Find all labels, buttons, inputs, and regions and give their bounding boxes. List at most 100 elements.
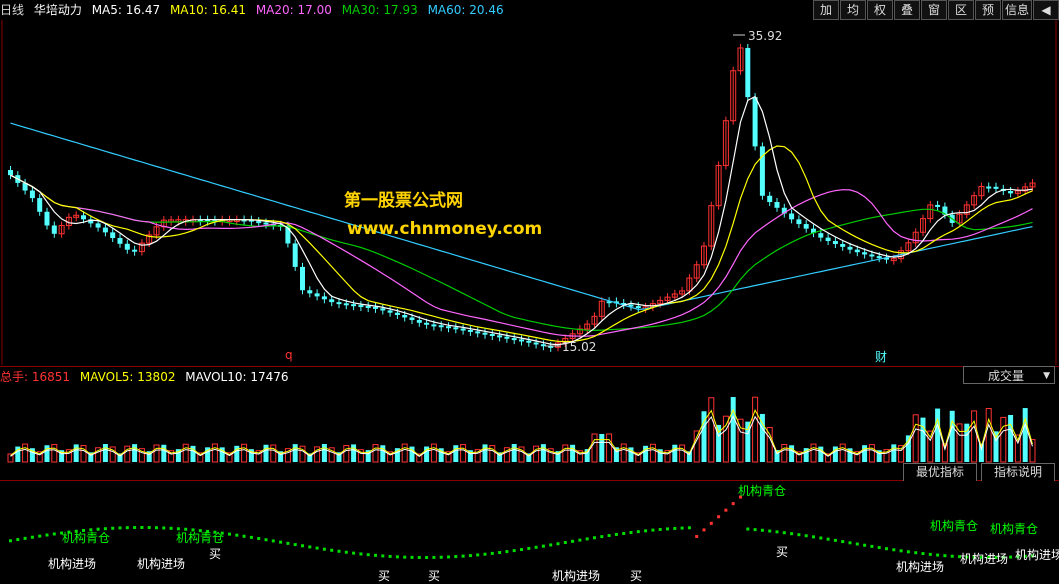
signal-dot	[753, 528, 757, 532]
weight-button[interactable]: 权	[866, 0, 893, 20]
candle-body	[497, 335, 503, 338]
signal-dot	[147, 526, 151, 530]
candle-body	[394, 312, 400, 316]
mavol10-label: MAVOL10: 17476	[185, 370, 289, 384]
signal-dot	[731, 502, 735, 506]
signal-dot	[855, 542, 859, 546]
signal-dot	[943, 554, 947, 558]
price-low-label: 15.02	[562, 340, 597, 354]
marker-finance[interactable]: 财	[875, 348, 887, 365]
candle-body	[431, 324, 437, 327]
signal-dot	[622, 531, 626, 535]
signal-dot	[330, 548, 334, 552]
volume-bar	[891, 444, 897, 462]
signal-dot	[520, 548, 523, 552]
signal-dot	[870, 544, 874, 548]
signal-dot	[593, 536, 596, 540]
volume-bar	[570, 444, 576, 462]
candle-body	[818, 233, 824, 238]
signal-dot	[760, 528, 764, 532]
candle-body	[519, 339, 524, 342]
forecast-button[interactable]: 预	[974, 0, 1001, 20]
candle-body	[351, 304, 357, 307]
collapse-arrow-icon[interactable]: ◀	[1033, 0, 1059, 20]
candle-body	[635, 306, 641, 309]
candle-body	[803, 224, 809, 229]
volume-chart[interactable]	[0, 385, 1059, 463]
candle-body	[832, 241, 838, 244]
overlay-button[interactable]: 叠	[893, 0, 920, 20]
volume-bar	[1022, 408, 1028, 462]
volume-bar	[745, 421, 751, 462]
signal-dot	[425, 555, 429, 559]
price-chart[interactable]	[0, 20, 1059, 365]
signal-dot	[315, 546, 319, 550]
volume-bar	[153, 444, 160, 463]
watermark-title: 第一股票公式网	[344, 191, 463, 211]
signal-dot	[344, 550, 348, 554]
candle-body	[526, 340, 532, 343]
signal-dot	[950, 554, 954, 558]
volume-bar	[730, 397, 736, 462]
candle-body	[110, 232, 116, 239]
signal-dot	[447, 555, 450, 559]
volume-bar	[401, 443, 408, 463]
signal-dot	[9, 539, 12, 543]
window-button[interactable]: 窗	[920, 0, 947, 20]
candle-body	[993, 186, 999, 189]
volume-bar	[620, 443, 627, 463]
indicator-select[interactable]: 成交量 ▼	[963, 366, 1055, 384]
volume-bar	[343, 445, 350, 463]
candle-body	[854, 249, 860, 253]
volume-bar	[649, 443, 656, 463]
candle-body	[438, 325, 444, 328]
volume-total: 总手: 16851	[0, 370, 71, 384]
tab-best-indicator[interactable]: 最优指标	[902, 463, 977, 481]
volume-bar	[722, 415, 729, 463]
range-button[interactable]: 区	[947, 0, 974, 20]
candle-body	[767, 195, 773, 203]
candle-body	[314, 293, 320, 297]
period-label[interactable]: 日线	[0, 3, 24, 17]
signal-label: 机构进场	[552, 569, 601, 583]
signal-dot	[578, 538, 582, 542]
volume-bar	[679, 444, 686, 463]
signal-dot	[366, 553, 370, 557]
candle-body	[329, 299, 335, 303]
volume-bar	[80, 445, 87, 463]
info-button[interactable]: 信息	[1001, 0, 1032, 20]
volume-bar	[862, 445, 868, 462]
volume-bar	[898, 445, 905, 463]
volume-bar	[460, 444, 467, 463]
signal-dot	[928, 552, 932, 556]
signal-dot	[614, 532, 618, 536]
add-button[interactable]: 加	[812, 0, 839, 20]
signal-dot	[936, 553, 940, 557]
signal-dot	[118, 526, 122, 530]
volume-bar	[241, 443, 248, 463]
signal-dot	[826, 537, 830, 541]
average-button[interactable]: 均	[839, 0, 866, 20]
candle-body	[81, 215, 86, 220]
signal-dot	[483, 552, 487, 556]
signal-dot	[498, 551, 502, 555]
signal-dot	[724, 508, 728, 512]
signal-dot	[264, 538, 268, 542]
candle-body	[409, 317, 415, 321]
signal-dot	[541, 544, 545, 548]
signal-dot	[410, 555, 414, 559]
volume-bar	[920, 417, 926, 462]
candle-body	[102, 227, 108, 233]
ma10-label: MA10: 16.41	[169, 3, 246, 17]
signal-dots	[9, 495, 1034, 559]
volume-bar	[182, 443, 189, 463]
tab-indicator-help[interactable]: 指标说明	[980, 463, 1055, 481]
candle-body	[37, 198, 43, 212]
signal-dot	[571, 539, 575, 543]
signal-dot	[746, 527, 750, 531]
signal-dot	[782, 531, 786, 535]
marker-q[interactable]: q	[285, 348, 293, 362]
signal-label: 买	[776, 545, 789, 559]
signal-dot	[257, 537, 261, 541]
candle-body	[869, 254, 875, 257]
